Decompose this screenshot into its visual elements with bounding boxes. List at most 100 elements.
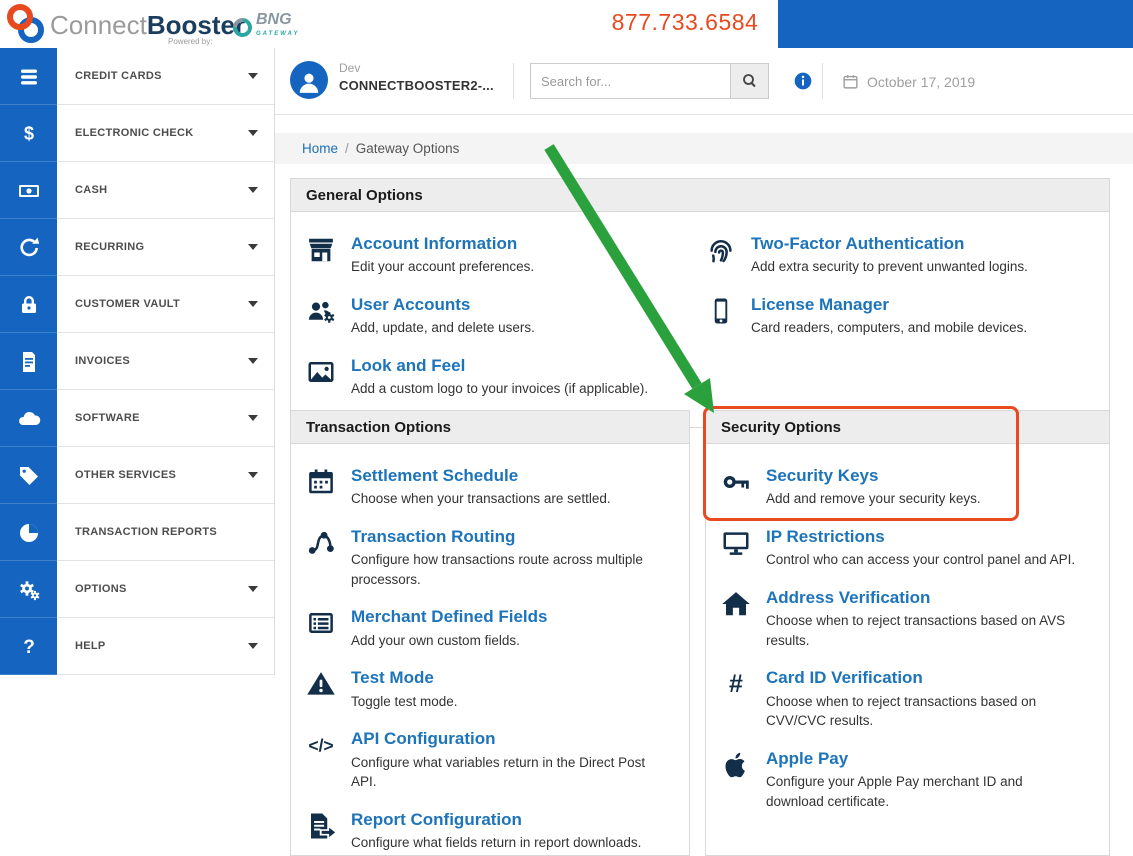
- option-link[interactable]: Look and Feel: [351, 356, 465, 376]
- sidebar-rail-recurring[interactable]: [0, 219, 57, 276]
- option-link[interactable]: Transaction Routing: [351, 527, 515, 547]
- option-link[interactable]: Report Configuration: [351, 810, 522, 830]
- account-menu[interactable]: Dev CONNECTBOOSTER2-...: [339, 61, 494, 93]
- image-icon: [306, 356, 351, 399]
- svg-text:?: ?: [23, 637, 35, 658]
- option-desc: Toggle test mode.: [351, 693, 458, 709]
- app-header: ConnectBooster Powered by: BNG GATEWAY 87…: [0, 0, 1133, 48]
- brand-connect: Connect: [50, 10, 147, 40]
- option-link[interactable]: Address Verification: [766, 588, 930, 608]
- option-look-and-feel: Look and Feel Add a custom logo to your …: [306, 356, 706, 399]
- option-link[interactable]: Merchant Defined Fields: [351, 607, 547, 627]
- sidebar-rail-invoices[interactable]: [0, 333, 57, 390]
- sidebar-item-label: OTHER SERVICES: [75, 469, 177, 481]
- sidebar-rail-other-services[interactable]: [0, 447, 57, 504]
- sidebar-rail-customer-vault[interactable]: [0, 276, 57, 333]
- option-link[interactable]: IP Restrictions: [766, 527, 885, 547]
- gateway-label: GATEWAY: [256, 31, 300, 37]
- sidebar-rail-electronic-check[interactable]: $: [0, 105, 57, 162]
- option-link[interactable]: Account Information: [351, 234, 517, 254]
- lock-icon: [21, 295, 36, 313]
- calendar-icon: [842, 73, 859, 90]
- apple-icon: [721, 749, 766, 812]
- transaction-options-panel: Transaction Options Settlement Schedule …: [290, 410, 690, 856]
- avatar[interactable]: [290, 61, 328, 99]
- list-fields-icon: [306, 607, 351, 650]
- option-desc: Configure what variables return in the D…: [351, 754, 646, 790]
- option-desc: Configure what fields return in report d…: [351, 835, 642, 851]
- sidebar-item-help[interactable]: HELP: [57, 618, 274, 675]
- home-icon: [721, 588, 766, 651]
- header-blue-bar: [778, 0, 1133, 48]
- info-icon: [794, 72, 812, 90]
- general-options-panel: General Options Account Information Edit…: [290, 178, 1110, 428]
- option-desc: Add a custom logo to your invoices (if a…: [351, 381, 649, 397]
- option-link[interactable]: Security Keys: [766, 466, 878, 486]
- sidebar-item-credit-cards[interactable]: CREDIT CARDS: [57, 48, 274, 105]
- fingerprint-icon: [706, 234, 751, 277]
- option-link[interactable]: User Accounts: [351, 295, 470, 315]
- breadcrumb-home-link[interactable]: Home: [302, 141, 338, 156]
- bng-swirl-icon: [229, 13, 256, 41]
- sidebar-item-software[interactable]: SOFTWARE: [57, 390, 274, 447]
- sidebar-item-invoices[interactable]: INVOICES: [57, 333, 274, 390]
- sidebar-item-transaction-reports[interactable]: TRANSACTION REPORTS: [57, 504, 274, 561]
- option-account-information: Account Information Edit your account pr…: [306, 234, 706, 277]
- info-button[interactable]: [793, 71, 813, 91]
- option-link[interactable]: Apple Pay: [766, 749, 848, 769]
- account-name: CONNECTBOOSTER2-...: [339, 78, 494, 93]
- panel-title: Transaction Options: [291, 411, 689, 444]
- option-desc: Edit your account preferences.: [351, 259, 535, 275]
- chevron-down-icon: [248, 643, 258, 649]
- sidebar-rail-credit-cards[interactable]: [0, 48, 57, 105]
- sidebar-item-label: RECURRING: [75, 241, 145, 253]
- sidebar-rail-cash[interactable]: [0, 162, 57, 219]
- option-link[interactable]: API Configuration: [351, 729, 495, 749]
- dollar-icon: $: [23, 123, 33, 143]
- option-desc: Card readers, computers, and mobile devi…: [751, 320, 1028, 336]
- option-api-configuration: </> API Configuration Configure what var…: [306, 729, 677, 792]
- phone-number: 877.733.6584: [611, 9, 759, 35]
- option-link[interactable]: Settlement Schedule: [351, 466, 518, 486]
- brand-booster: Booster: [146, 10, 246, 40]
- search-button[interactable]: [730, 63, 769, 99]
- key-icon: [721, 466, 766, 509]
- option-report-configuration: Report Configuration Configure what fiel…: [306, 810, 677, 853]
- chevron-down-icon: [248, 244, 258, 250]
- sidebar-item-electronic-check[interactable]: ELECTRONIC CHECK: [57, 105, 274, 162]
- search-input[interactable]: [530, 63, 730, 99]
- option-link[interactable]: Test Mode: [351, 668, 434, 688]
- sidebar-rail-options[interactable]: [0, 561, 57, 618]
- gears-icon: [19, 580, 39, 600]
- option-desc: Add, update, and delete users.: [351, 320, 535, 336]
- current-date: October 17, 2019: [867, 74, 976, 90]
- option-desc: Add extra security to prevent unwanted l…: [751, 259, 1028, 275]
- sidebar-rail-software[interactable]: [0, 390, 57, 447]
- option-settlement-schedule: Settlement Schedule Choose when your tra…: [306, 466, 677, 509]
- sidebar-item-cash[interactable]: CASH: [57, 162, 274, 219]
- option-link[interactable]: Card ID Verification: [766, 668, 923, 688]
- sidebar-item-options[interactable]: OPTIONS: [57, 561, 274, 618]
- breadcrumb-separator: /: [345, 141, 349, 156]
- mobile-device-icon: [706, 295, 751, 338]
- option-desc: Choose when to reject transactions based…: [766, 613, 1066, 648]
- option-user-accounts: User Accounts Add, update, and delete us…: [306, 295, 706, 338]
- sidebar-rail-transaction-reports[interactable]: [0, 504, 57, 561]
- powered-by-label: Powered by:: [168, 37, 213, 46]
- user-role: Dev: [339, 61, 361, 75]
- storefront-icon: [306, 234, 351, 277]
- security-options-panel: Security Options Security Keys Add and r…: [703, 406, 1110, 856]
- calendar-schedule-icon: [306, 466, 351, 509]
- sidebar-item-recurring[interactable]: RECURRING: [57, 219, 274, 276]
- option-merchant-defined-fields: Merchant Defined Fields Add your own cus…: [306, 607, 677, 650]
- option-link[interactable]: License Manager: [751, 295, 889, 315]
- option-link[interactable]: Two-Factor Authentication: [751, 234, 964, 254]
- search-icon: [742, 74, 755, 87]
- svg-text:</>: </>: [308, 736, 333, 756]
- breadcrumb: Home / Gateway Options: [275, 133, 1133, 164]
- option-license-manager: License Manager Card readers, computers,…: [706, 295, 1097, 338]
- sidebar-item-customer-vault[interactable]: CUSTOMER VAULT: [57, 276, 274, 333]
- chevron-down-icon: [248, 358, 258, 364]
- sidebar-rail-help[interactable]: ?: [0, 618, 57, 675]
- sidebar-item-other-services[interactable]: OTHER SERVICES: [57, 447, 274, 504]
